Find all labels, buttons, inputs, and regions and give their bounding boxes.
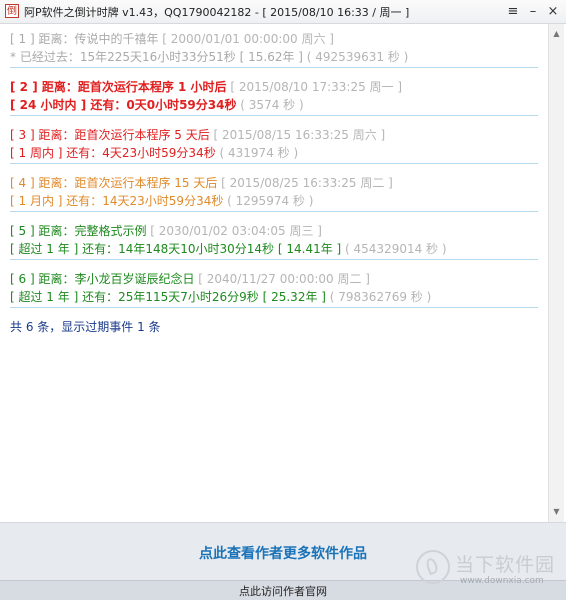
event-detail-text: ( 3574 秒 ) [236, 98, 304, 112]
event-detail-text: [ 2030/01/02 03:04:05 周三 ] [146, 224, 322, 238]
watermark-logo-icon [416, 550, 450, 584]
event-main-text: [ 1 ] 距离：传说中的千禧年 [10, 32, 159, 46]
event-remaining-line: [ 1 周内 ] 还有：4天23小时59分34秒 ( 431974 秒 ) [10, 144, 538, 164]
event-main-text: [ 超过 1 年 ] 还有：25年115天7小时26分9秒 [ 25.32年 ] [10, 290, 326, 304]
event-target-line: [ 2 ] 距离：距首次运行本程序 1 小时后 [ 2015/08/10 17:… [10, 78, 538, 96]
event-item[interactable]: [ 4 ] 距离：距首次运行本程序 15 天后 [ 2015/08/25 16:… [10, 174, 538, 212]
summary-text: 共 6 条，显示过期事件 1 条 [10, 320, 161, 334]
event-detail-text: ( 798362769 秒 ) [325, 290, 432, 304]
event-main-text: [ 2 ] 距离：距首次运行本程序 1 小时后 [10, 80, 227, 94]
event-target-line: [ 3 ] 距离：距首次运行本程序 5 天后 [ 2015/08/15 16:3… [10, 126, 538, 144]
event-main-text: [ 超过 1 年 ] 还有：14年148天10小时30分14秒 [ 14.41年… [10, 242, 342, 256]
watermark-url: www.downxia.com [460, 576, 544, 586]
event-detail-text: [ 2015/08/25 16:33:25 周二 ] [217, 176, 393, 190]
event-main-text: [ 6 ] 距离：李小龙百岁诞辰纪念日 [10, 272, 195, 286]
event-detail-text: [ 2040/11/27 00:00:00 周二 ] [194, 272, 370, 286]
event-item[interactable]: [ 5 ] 距离：完整格式示例 [ 2030/01/02 03:04:05 周三… [10, 222, 538, 260]
event-target-line: [ 1 ] 距离：传说中的千禧年 [ 2000/01/01 00:00:00 周… [10, 30, 538, 48]
event-remaining-line: * 已经过去：15年225天16小时33分51秒 [ 15.62年 ] ( 49… [10, 48, 538, 68]
event-detail-text: ( 492539631 秒 ) [302, 50, 409, 64]
close-button[interactable]: × [544, 3, 562, 21]
scroll-up-arrow-icon[interactable]: ▲ [549, 26, 564, 42]
event-main-text: [ 3 ] 距离：距首次运行本程序 5 天后 [10, 128, 210, 142]
vertical-scrollbar[interactable]: ▲ ▼ [548, 24, 564, 522]
minimize-button[interactable]: – [524, 3, 542, 21]
title-bar: 倒 阿P软件之倒计时牌 v1.43，QQ1790042182 - [ 2015/… [0, 0, 566, 24]
event-remaining-line: [ 超过 1 年 ] 还有：25年115天7小时26分9秒 [ 25.32年 ]… [10, 288, 538, 308]
event-list: [ 1 ] 距离：传说中的千禧年 [ 2000/01/01 00:00:00 周… [0, 24, 548, 522]
event-main-text: [ 1 周内 ] 还有：4天23小时59分34秒 [10, 146, 216, 160]
event-detail-text: [ 2015/08/15 16:33:25 周六 ] [209, 128, 386, 142]
event-target-line: [ 4 ] 距离：距首次运行本程序 15 天后 [ 2015/08/25 16:… [10, 174, 538, 192]
scroll-down-arrow-icon[interactable]: ▼ [549, 504, 564, 520]
event-detail-text: ( 431974 秒 ) [215, 146, 299, 160]
watermark-text: 当下软件园 [455, 554, 556, 576]
app-icon: 倒 [5, 4, 19, 18]
menu-icon[interactable]: ≡ [504, 3, 522, 21]
event-item[interactable]: [ 1 ] 距离：传说中的千禧年 [ 2000/01/01 00:00:00 周… [10, 30, 538, 68]
event-main-text: [ 5 ] 距离：完整格式示例 [10, 224, 147, 238]
event-item[interactable]: [ 2 ] 距离：距首次运行本程序 1 小时后 [ 2015/08/10 17:… [10, 78, 538, 116]
event-main-text: [ 4 ] 距离：距首次运行本程序 15 天后 [10, 176, 218, 190]
window-title: 阿P软件之倒计时牌 v1.43，QQ1790042182 - [ 2015/08… [24, 6, 410, 19]
event-target-line: [ 6 ] 距离：李小龙百岁诞辰纪念日 [ 2040/11/27 00:00:0… [10, 270, 538, 288]
event-detail-text: ( 1295974 秒 ) [223, 194, 314, 208]
event-detail-text: ( 454329014 秒 ) [341, 242, 447, 256]
event-main-text: * 已经过去：15年225天16小时33分51秒 [ 15.62年 ] [10, 50, 303, 64]
event-item[interactable]: [ 3 ] 距离：距首次运行本程序 5 天后 [ 2015/08/15 16:3… [10, 126, 538, 164]
event-detail-text: [ 2015/08/10 17:33:25 周一 ] [226, 80, 403, 94]
events-container: [ 1 ] 距离：传说中的千禧年 [ 2000/01/01 00:00:00 周… [10, 30, 538, 308]
event-main-text: [ 1 月内 ] 还有：14天23小时59分34秒 [10, 194, 224, 208]
event-remaining-line: [ 24 小时内 ] 还有：0天0小时59分34秒 ( 3574 秒 ) [10, 96, 538, 116]
event-item[interactable]: [ 6 ] 距离：李小龙百岁诞辰纪念日 [ 2040/11/27 00:00:0… [10, 270, 538, 308]
event-detail-text: [ 2000/01/01 00:00:00 周六 ] [158, 32, 334, 46]
event-remaining-line: [ 1 月内 ] 还有：14天23小时59分34秒 ( 1295974 秒 ) [10, 192, 538, 212]
event-remaining-line: [ 超过 1 年 ] 还有：14年148天10小时30分14秒 [ 14.41年… [10, 240, 538, 260]
event-target-line: [ 5 ] 距离：完整格式示例 [ 2030/01/02 03:04:05 周三… [10, 222, 538, 240]
event-main-text: [ 24 小时内 ] 还有：0天0小时59分34秒 [10, 98, 237, 112]
